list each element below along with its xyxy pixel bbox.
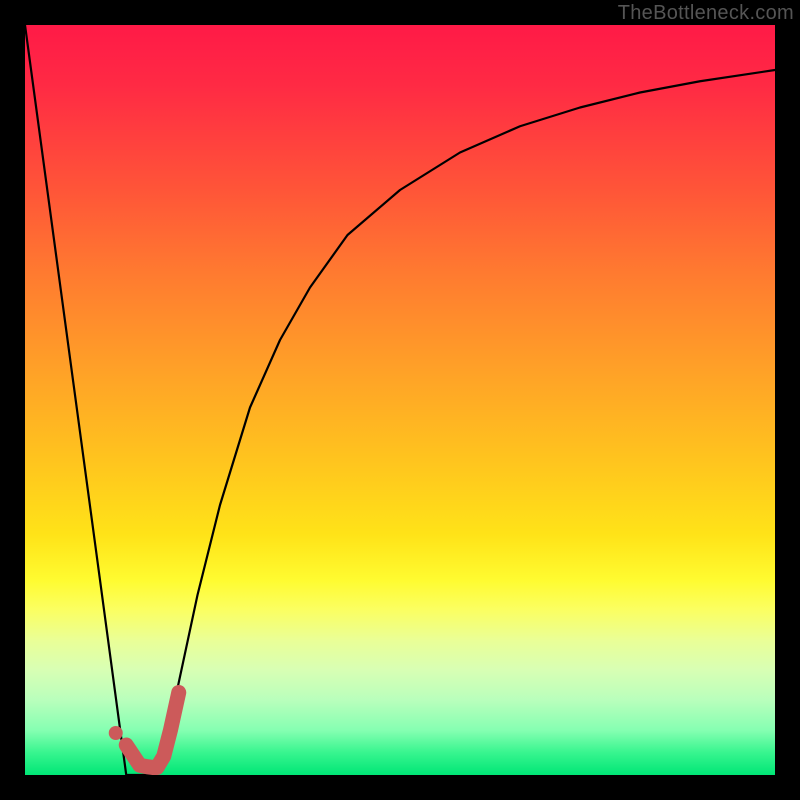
- chart-svg: [25, 25, 775, 775]
- bottleneck-curve: [25, 25, 775, 775]
- optimal-marker-dot: [109, 726, 123, 740]
- watermark-text: TheBottleneck.com: [618, 2, 794, 25]
- optimal-marker-hook: [126, 693, 179, 768]
